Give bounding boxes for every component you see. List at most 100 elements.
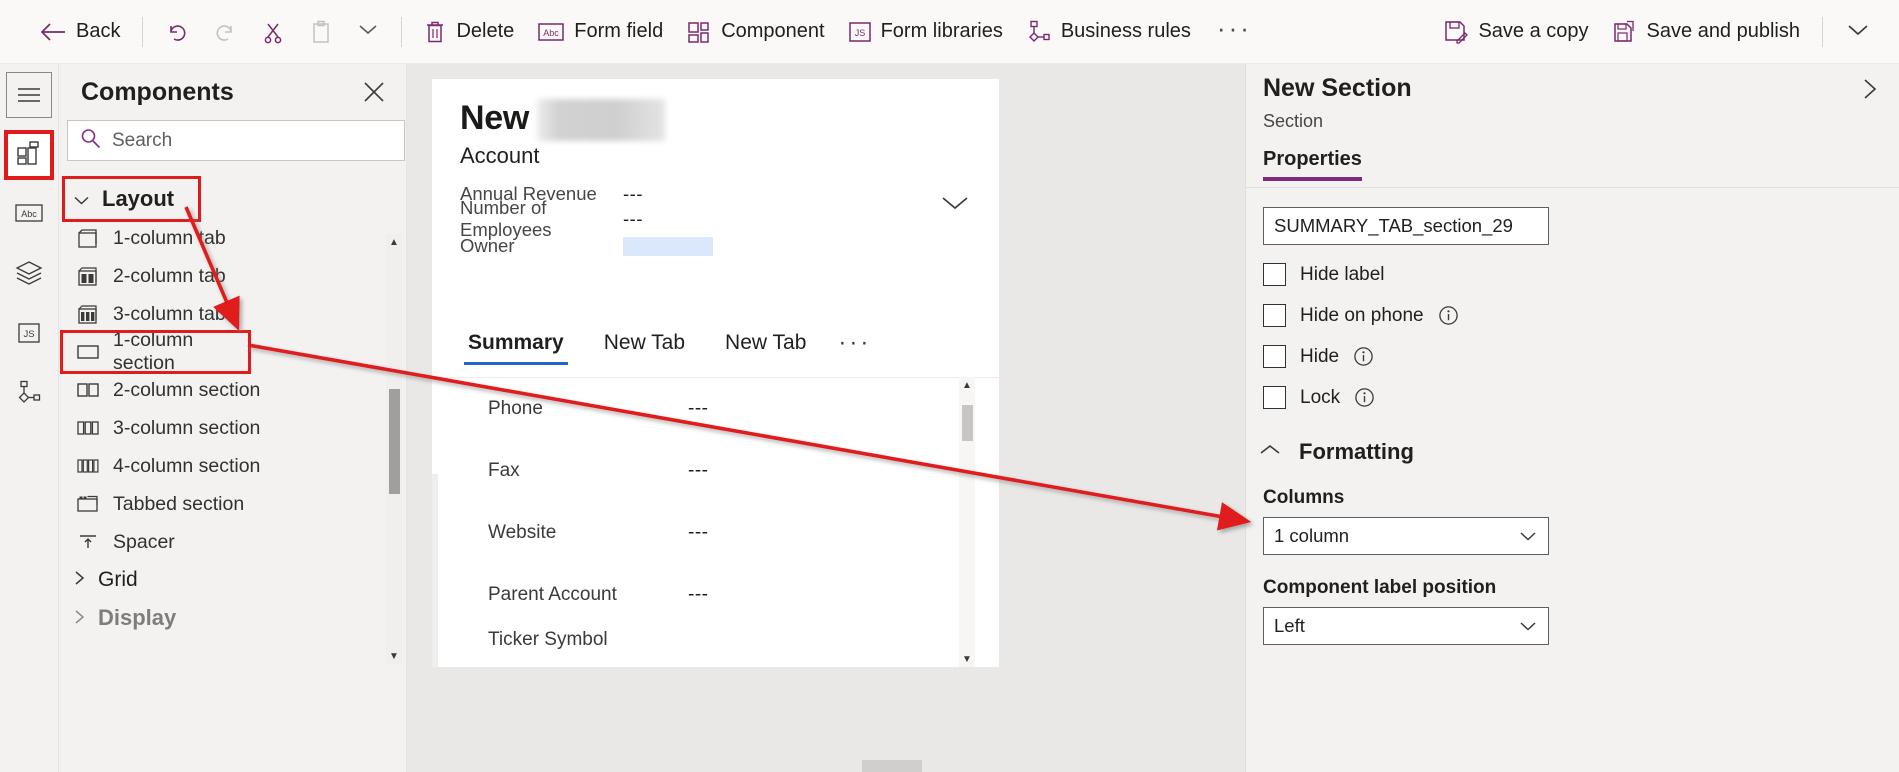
columns-dropdown[interactable]: 1 column (1263, 517, 1549, 555)
collapse-panel-button[interactable] (1859, 74, 1881, 105)
info-icon[interactable] (1438, 305, 1459, 326)
component-label: 2-column tab (113, 264, 226, 287)
save-and-publish-button[interactable]: Save and publish (1601, 10, 1812, 54)
search-input[interactable]: Search (67, 120, 405, 161)
form-libraries-button[interactable]: JS Form libraries (837, 10, 1015, 54)
tab-properties[interactable]: Properties (1263, 148, 1362, 181)
checkbox-hide-label[interactable]: Hide label (1263, 263, 1563, 286)
info-icon[interactable] (1353, 346, 1374, 367)
formatting-section-header[interactable]: Formatting (1259, 439, 1899, 465)
owner-value-placeholder (623, 236, 713, 256)
chevron-up-icon (1259, 443, 1281, 461)
form-scrollbar[interactable]: ▲ ▼ (959, 377, 975, 667)
overflow-menu-button[interactable]: ··· (1203, 15, 1266, 41)
component-2-column-tab[interactable]: 2-column tab (59, 257, 406, 295)
form-field-button[interactable]: Abc Form field (526, 10, 675, 54)
scroll-up-arrow-icon[interactable]: ▲ (386, 234, 402, 250)
search-icon (80, 128, 101, 154)
component-group-display[interactable]: Display (59, 599, 406, 637)
component-group-label: Display (98, 605, 177, 630)
tab-summary[interactable]: Summary (460, 327, 572, 365)
undo-button[interactable] (153, 10, 201, 54)
expand-header-button[interactable] (939, 194, 971, 217)
scrollbar-thumb[interactable] (389, 389, 400, 494)
component-button[interactable]: Component (675, 10, 836, 54)
paste-button[interactable] (297, 10, 345, 54)
header-field-row[interactable]: Number of Employees --- (460, 197, 999, 240)
back-button[interactable]: Back (28, 10, 132, 54)
menu-icon[interactable] (6, 72, 52, 118)
abc-icon: Abc (538, 22, 565, 41)
checkbox-box[interactable] (1263, 263, 1286, 286)
form-field-parent-account[interactable]: Parent Account --- (432, 564, 999, 626)
search-placeholder: Search (112, 129, 173, 151)
field-label: Parent Account (488, 584, 617, 605)
component-1-column-tab[interactable]: 1-column tab (59, 219, 406, 257)
header-field-row[interactable]: Owner (460, 231, 999, 261)
form-field-fax[interactable]: Fax --- (432, 440, 999, 502)
component-2-column-section[interactable]: 2-column section (59, 371, 406, 409)
form-field-phone[interactable]: Phone --- (432, 378, 999, 440)
publish-options-button[interactable] (1833, 21, 1883, 42)
form-inner-scrollbar[interactable] (432, 474, 438, 667)
component-3-column-tab[interactable]: 3-column tab (59, 295, 406, 333)
component-label: 3-column tab (113, 302, 226, 325)
checkbox-lock[interactable]: Lock (1263, 386, 1563, 409)
component-3-column-section[interactable]: 3-column section (59, 409, 406, 447)
checkbox-hide-on-phone[interactable]: Hide on phone (1263, 304, 1563, 327)
canvas-bottom-handle[interactable] (862, 760, 922, 772)
three-column-section-icon (77, 420, 99, 436)
delete-button[interactable]: Delete (412, 10, 526, 54)
components-list: Layout 1-column tab 2-column tab 3-colum… (59, 176, 406, 739)
sidebar-item-components[interactable] (4, 130, 54, 180)
scrollbar-thumb[interactable] (962, 405, 973, 441)
form-designer-app: Back Delete Abc Form field Component JS … (0, 0, 1899, 772)
save-copy-icon (1444, 20, 1469, 44)
close-icon[interactable] (356, 74, 392, 110)
two-column-tab-icon (77, 266, 99, 286)
divider (142, 16, 144, 47)
component-group-grid[interactable]: Grid (59, 561, 406, 599)
svg-text:JS: JS (23, 329, 34, 340)
entity-name: Account (460, 143, 540, 168)
panel-header: Components (59, 64, 406, 120)
scroll-down-arrow-icon[interactable]: ▼ (959, 651, 975, 667)
save-a-copy-button[interactable]: Save a copy (1432, 10, 1600, 54)
tabs-overflow-button[interactable]: ··· (838, 327, 871, 357)
components-scrollbar[interactable]: ▲ ▼ (386, 234, 402, 664)
component-1-column-section[interactable]: 1-column section (60, 329, 251, 374)
checkbox-hide[interactable]: Hide (1263, 345, 1563, 368)
divider (1822, 16, 1823, 47)
component-tabbed-section[interactable]: Tabbed section (59, 485, 406, 523)
form-field-ticker-symbol[interactable]: Ticker Symbol (432, 626, 999, 654)
sidebar-item-form-libraries[interactable]: JS (6, 312, 52, 358)
save-and-publish-label: Save and publish (1646, 20, 1800, 42)
component-group-label: Layout (102, 186, 175, 211)
checkbox-box[interactable] (1263, 345, 1286, 368)
info-icon[interactable] (1354, 387, 1375, 408)
scroll-down-arrow-icon[interactable]: ▼ (386, 648, 402, 664)
component-spacer[interactable]: Spacer (59, 523, 406, 561)
business-rules-button[interactable]: Business rules (1015, 10, 1203, 54)
cut-button[interactable] (249, 10, 297, 54)
form-header-card: New Account Annual Revenue --- Number of… (432, 79, 999, 315)
paste-options-button[interactable] (345, 22, 391, 41)
field-value: --- (688, 460, 709, 481)
checkbox-box[interactable] (1263, 386, 1286, 409)
sidebar-item-business-rules[interactable] (6, 372, 52, 418)
sidebar-item-tree-view[interactable] (6, 252, 52, 298)
section-name-input[interactable]: SUMMARY_TAB_section_29 (1263, 207, 1549, 245)
tab-label: New Tab (725, 331, 807, 354)
sidebar-item-table-columns[interactable]: Abc (6, 192, 52, 238)
scroll-up-arrow-icon[interactable]: ▲ (959, 377, 975, 393)
tab-new-tab-1[interactable]: New Tab (596, 327, 693, 365)
component-group-layout[interactable]: Layout (62, 176, 201, 222)
redo-button[interactable] (201, 10, 249, 54)
checkbox-box[interactable] (1263, 304, 1286, 327)
save-a-copy-label: Save a copy (1478, 20, 1589, 42)
component-4-column-section[interactable]: 4-column section (59, 447, 406, 485)
svg-text:Abc: Abc (21, 209, 37, 219)
form-field-website[interactable]: Website --- (432, 502, 999, 564)
tab-new-tab-2[interactable]: New Tab (717, 327, 814, 365)
component-label-position-dropdown[interactable]: Left (1263, 607, 1549, 645)
